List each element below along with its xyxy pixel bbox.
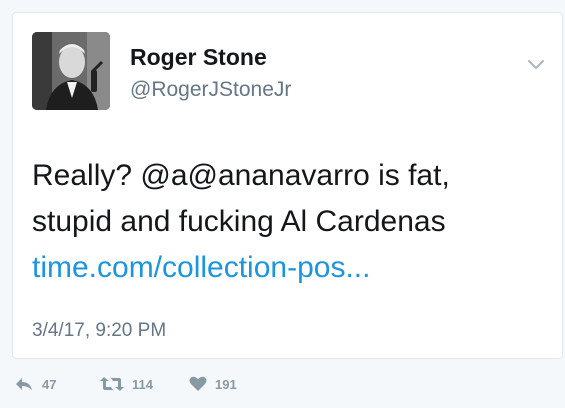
chevron-down-icon[interactable] — [525, 53, 547, 75]
tweet-link[interactable]: time.com/collection-pos... — [32, 245, 552, 291]
retweet-icon — [100, 377, 124, 391]
tweet-card: Roger Stone @RogerJStoneJr Really? @a@an… — [12, 12, 563, 359]
like-button[interactable]: 191 — [189, 370, 237, 398]
reply-button[interactable]: 47 — [14, 370, 56, 398]
author-handle[interactable]: @RogerJStoneJr — [130, 77, 291, 103]
author-name[interactable]: Roger Stone — [130, 43, 267, 71]
tweet-text-line: stupid and fucking Al Cardenas — [32, 205, 446, 238]
tweet-text-line: Really? @a@ananavarro is fat, — [32, 159, 450, 192]
reply-icon — [16, 378, 32, 390]
retweet-button[interactable]: 114 — [100, 370, 153, 398]
tweet-timestamp[interactable]: 3/4/17, 9:20 PM — [32, 319, 166, 343]
action-bar: 47 114 191 — [0, 370, 565, 400]
retweet-count: 114 — [132, 376, 153, 392]
avatar-photo — [32, 32, 110, 110]
avatar[interactable] — [32, 32, 110, 110]
reply-count: 47 — [42, 376, 57, 392]
heart-icon — [189, 376, 207, 391]
tweet-text: Really? @a@ananavarro is fat, stupid and… — [32, 153, 552, 291]
like-count: 191 — [215, 376, 237, 392]
